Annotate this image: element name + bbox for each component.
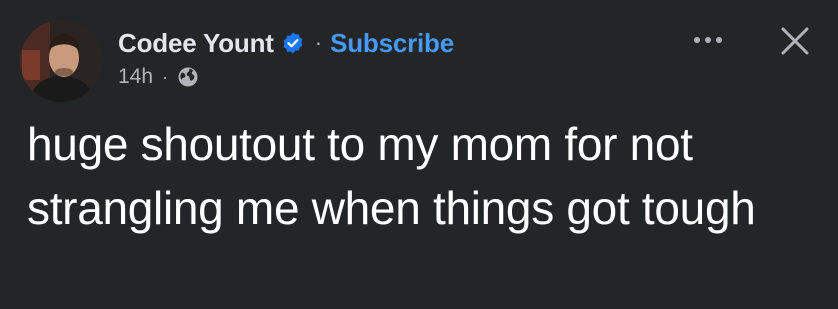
globe-icon[interactable] [177, 66, 199, 88]
profile-photo [20, 20, 102, 102]
avatar[interactable] [20, 20, 102, 102]
author-name[interactable]: Codee Yount [118, 28, 274, 59]
post-card: Codee Yount · Subscribe 14h · huge shout… [0, 0, 838, 309]
post-meta: 14h · [118, 64, 199, 90]
post-timestamp[interactable]: 14h [118, 65, 153, 89]
verified-badge-icon [281, 31, 305, 55]
more-options-button[interactable] [686, 26, 730, 54]
post-text: huge shoutout to my mom for not strangli… [27, 118, 756, 234]
more-options-icon [694, 37, 722, 43]
close-button[interactable] [772, 18, 818, 64]
subscribe-button[interactable]: Subscribe [330, 28, 454, 59]
close-icon [781, 27, 809, 55]
post-header: Codee Yount · Subscribe [118, 26, 454, 60]
meta-separator: · [162, 66, 169, 87]
header-separator: · [314, 30, 323, 55]
